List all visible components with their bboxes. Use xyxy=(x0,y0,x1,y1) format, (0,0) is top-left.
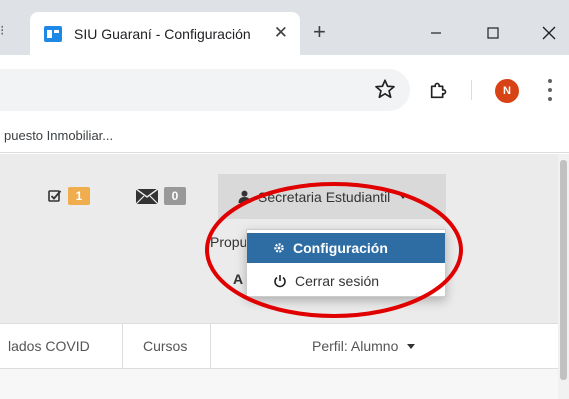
menu-item-configuracion[interactable]: Configuración xyxy=(247,233,445,263)
tab-title: SIU Guaraní - Configuración xyxy=(74,26,251,42)
previous-tab-fragment-icon[interactable]: ⁝ xyxy=(0,22,10,42)
gear-icon xyxy=(274,243,284,253)
bookmark-item[interactable]: puesto Inmobiliar... xyxy=(4,128,113,143)
chevron-down-icon xyxy=(399,194,408,199)
profile-selector[interactable]: Perfil: Alumno xyxy=(312,324,416,368)
obscured-text: Propu xyxy=(210,234,248,250)
bookmarks-bar: puesto Inmobiliar... xyxy=(0,125,569,153)
maximize-icon[interactable] xyxy=(478,20,508,46)
browser-menu-icon[interactable] xyxy=(544,77,556,103)
browser-toolbar: N xyxy=(0,55,569,125)
chevron-down-icon xyxy=(407,343,416,349)
window-close-icon[interactable] xyxy=(534,20,564,46)
nav-item-covid[interactable]: lados COVID xyxy=(8,324,90,368)
page-body xyxy=(0,369,558,399)
scrollbar-thumb[interactable] xyxy=(560,160,567,380)
user-menu-label: Secretaria Estudiantil xyxy=(258,188,391,205)
menu-item-label: Cerrar sesión xyxy=(295,273,380,289)
user-dropdown-menu: Configuración Cerrar sesión xyxy=(246,229,446,297)
minimize-glyph xyxy=(431,32,441,34)
main-navbar: lados COVID Cursos Perfil: Alumno xyxy=(0,323,558,369)
user-menu-toggle[interactable]: Secretaria Estudiantil xyxy=(218,174,446,219)
minimize-icon[interactable] xyxy=(421,20,451,46)
user-icon xyxy=(238,190,251,203)
browser-tabstrip: ⁝ SIU Guaraní - Configuración ✕ + xyxy=(0,0,569,55)
tasks-notification[interactable]: 1 xyxy=(48,187,90,205)
obscured-text: A xyxy=(233,271,244,287)
siu-favicon-icon xyxy=(44,26,62,42)
nav-divider xyxy=(210,324,211,368)
power-icon xyxy=(274,275,286,288)
maximize-glyph xyxy=(487,27,499,39)
bookmark-star-icon[interactable] xyxy=(374,78,396,100)
messages-notification[interactable]: 0 xyxy=(136,187,186,205)
profile-avatar[interactable]: N xyxy=(495,79,519,103)
nav-divider xyxy=(122,324,123,368)
tasks-badge: 1 xyxy=(68,187,90,205)
envelope-icon xyxy=(136,188,158,204)
page-content: 1 0 Secretaria Estudiantil Propu A Confi… xyxy=(0,154,558,399)
toolbar-divider xyxy=(471,80,472,100)
menu-item-cerrar-sesion[interactable]: Cerrar sesión xyxy=(247,266,445,296)
plus-icon[interactable]: + xyxy=(313,21,326,43)
extensions-puzzle-icon[interactable] xyxy=(428,79,450,101)
tab-close-icon[interactable]: ✕ xyxy=(274,23,288,43)
menu-item-label: Configuración xyxy=(293,240,388,256)
address-bar[interactable] xyxy=(0,69,410,111)
browser-tab-active[interactable]: SIU Guaraní - Configuración ✕ xyxy=(30,12,300,55)
profile-selector-label: Perfil: Alumno xyxy=(312,338,399,354)
nav-item-cursos[interactable]: Cursos xyxy=(143,324,187,368)
checkbox-check-icon xyxy=(48,190,62,202)
close-glyph xyxy=(542,26,556,40)
messages-badge: 0 xyxy=(164,187,186,205)
